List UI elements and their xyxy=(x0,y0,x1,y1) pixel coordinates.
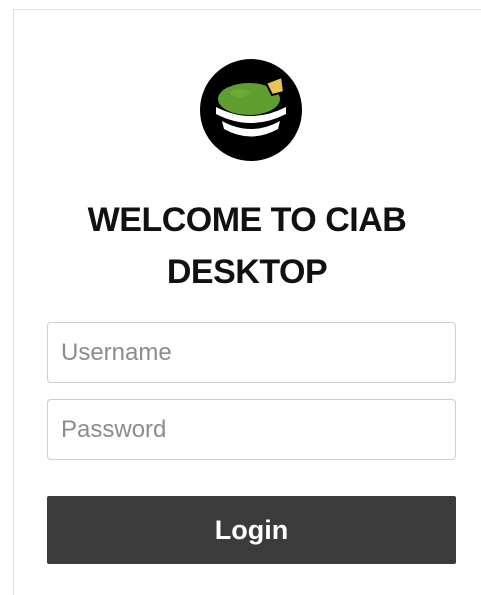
username-field[interactable] xyxy=(47,322,456,383)
title-line-2: DESKTOP xyxy=(166,253,328,291)
page-title: WELCOME TO CIAB DESKTOP xyxy=(13,194,481,298)
guacamole-bowl-icon xyxy=(200,59,302,161)
password-field[interactable] xyxy=(47,399,456,460)
login-button[interactable]: Login xyxy=(47,496,456,564)
title-line-1: WELCOME TO CIAB xyxy=(87,201,407,239)
